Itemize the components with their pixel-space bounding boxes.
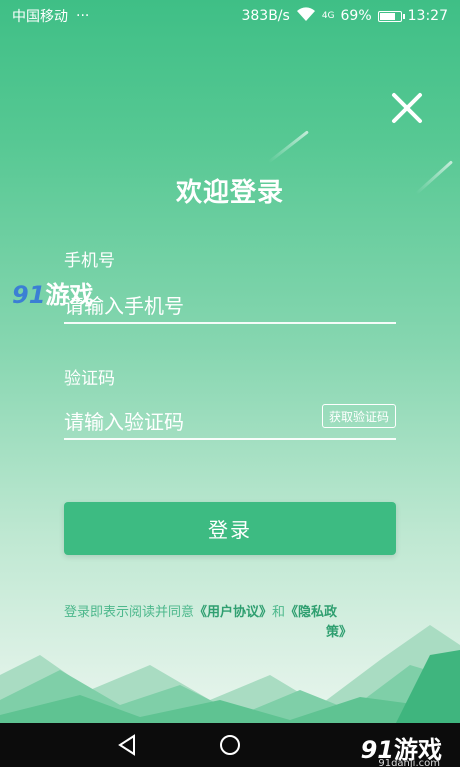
- status-more-dots: ···: [76, 8, 90, 24]
- carrier-name: 中国移动: [12, 9, 68, 25]
- page-title: 欢迎登录: [175, 178, 284, 208]
- code-input[interactable]: 请输入验证码 获取验证码: [64, 400, 396, 440]
- phone-input[interactable]: 请输入手机号: [64, 284, 396, 324]
- get-code-button[interactable]: 获取验证码: [321, 404, 396, 428]
- watermark-url: 91danji.com: [378, 758, 440, 767]
- code-placeholder: 请输入验证码: [64, 410, 184, 434]
- back-triangle-icon[interactable]: [116, 733, 140, 757]
- mountain-illustration: [0, 625, 460, 725]
- code-label: 验证码: [64, 369, 115, 389]
- close-button[interactable]: [389, 90, 425, 126]
- network-type: 4G: [321, 11, 335, 21]
- clock-time: 13:27: [407, 8, 448, 24]
- decor-streak: [267, 130, 309, 164]
- wifi-icon: [296, 6, 316, 26]
- phone-label: 手机号: [64, 251, 115, 271]
- navigation-bar: 91游戏 91danji.com: [0, 723, 460, 767]
- watermark-logo: 91游戏: [12, 281, 94, 309]
- battery-percent: 69%: [340, 8, 372, 24]
- network-speed: 383B/s: [241, 8, 290, 24]
- close-icon: [392, 93, 422, 123]
- home-circle-icon[interactable]: [218, 733, 242, 757]
- status-bar: 中国移动 ··· 383B/s 4G 69% 13:27: [0, 0, 460, 32]
- login-screen: 中国移动 ··· 383B/s 4G 69% 13:27 欢迎登录 手机号 请输…: [0, 0, 460, 767]
- login-button[interactable]: 登录: [64, 502, 396, 555]
- battery-icon: [377, 10, 405, 22]
